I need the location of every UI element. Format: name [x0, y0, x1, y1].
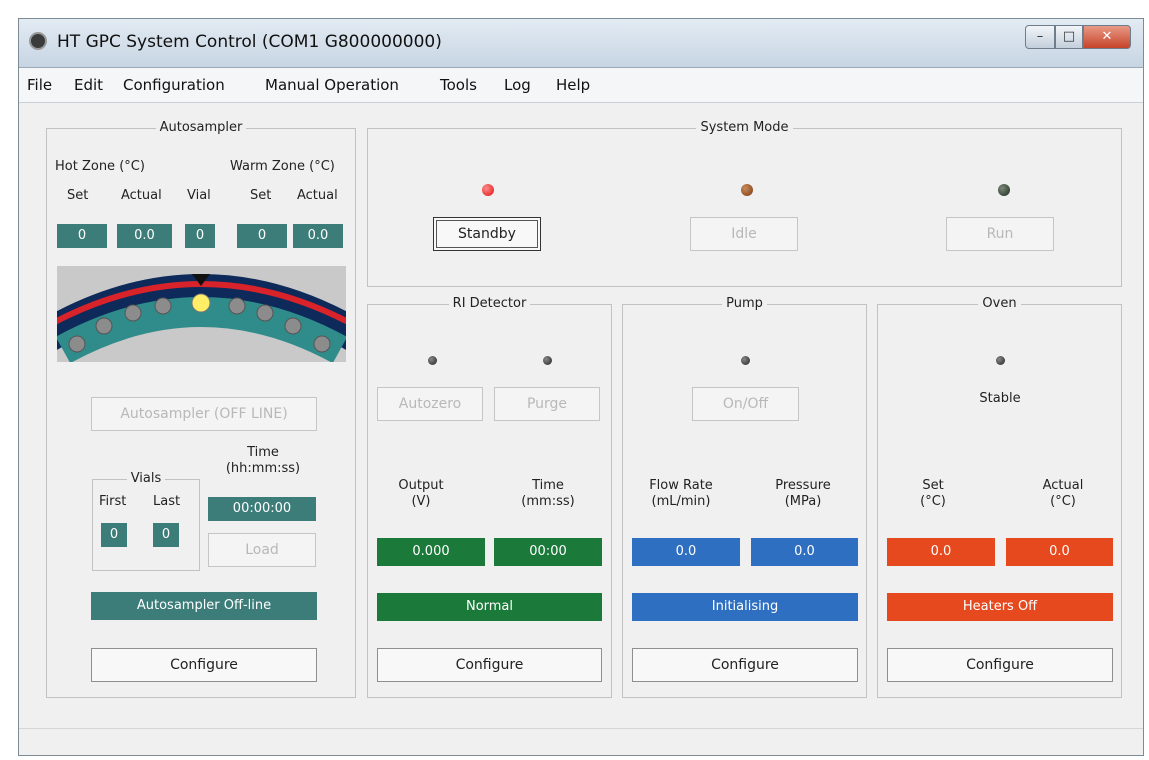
first-vial-value[interactable]: 0	[101, 523, 127, 547]
menu-manual-operation[interactable]: Manual Operation	[265, 76, 399, 94]
oven-actual-label: Actual (°C)	[1042, 478, 1084, 509]
close-button[interactable]: ✕	[1083, 25, 1131, 49]
output-value: 0.000	[377, 538, 485, 566]
menu-help[interactable]: Help	[556, 76, 590, 94]
menu-log[interactable]: Log	[504, 76, 531, 94]
pump-onoff-button[interactable]: On/Off	[692, 387, 799, 421]
app-window: HT GPC System Control (COM1 G800000000) …	[18, 18, 1144, 756]
vial-carousel-icon[interactable]	[57, 266, 346, 362]
window-title: HT GPC System Control (COM1 G800000000)	[57, 32, 442, 52]
vials-title: Vials	[126, 471, 166, 486]
last-label: Last	[153, 494, 181, 509]
oven-title: Oven	[978, 296, 1021, 311]
menu-tools[interactable]: Tools	[440, 76, 477, 94]
standby-indicator-icon	[482, 184, 494, 196]
vials-group: Vials First Last 0 0	[92, 471, 200, 571]
oven-group: Oven Stable Set (°C) Actual (°C) 0.0 0.0…	[877, 296, 1122, 698]
ri-detector-status: Normal	[377, 593, 602, 621]
pressure-label: Pressure (MPa)	[775, 478, 831, 509]
autozero-indicator-icon	[428, 356, 437, 365]
oven-set-value: 0.0	[887, 538, 995, 566]
vial-value: 0	[185, 224, 215, 248]
hot-zone-label: Hot Zone (°C)	[55, 159, 145, 174]
maximize-button[interactable]: □	[1055, 25, 1083, 49]
last-vial-value[interactable]: 0	[153, 523, 179, 547]
flow-rate-value: 0.0	[632, 538, 740, 566]
autosampler-configure-button[interactable]: Configure	[91, 648, 317, 682]
pressure-value: 0.0	[751, 538, 858, 566]
oven-stable-label: Stable	[979, 391, 1021, 406]
as-time-value: 00:00:00	[208, 497, 316, 521]
menu-bar: File Edit Configuration Manual Operation…	[19, 68, 1143, 103]
vial-label: Vial	[187, 188, 211, 203]
pump-group: Pump On/Off Flow Rate (mL/min) Pressure …	[622, 296, 867, 698]
run-button[interactable]: Run	[946, 217, 1054, 251]
output-label: Output (V)	[398, 478, 444, 509]
autosampler-title: Autosampler	[155, 120, 247, 135]
ri-detector-configure-button[interactable]: Configure	[377, 648, 602, 682]
oven-status: Heaters Off	[887, 593, 1113, 621]
warm-set-label: Set	[250, 188, 272, 203]
idle-button[interactable]: Idle	[690, 217, 798, 251]
flow-rate-label: Flow Rate (mL/min)	[649, 478, 713, 509]
hot-set-value: 0	[57, 224, 107, 248]
status-bar	[19, 728, 1143, 755]
warm-zone-label: Warm Zone (°C)	[230, 159, 335, 174]
ri-time-value: 00:00	[494, 538, 602, 566]
menu-edit[interactable]: Edit	[74, 76, 103, 94]
app-icon[interactable]	[29, 32, 47, 50]
standby-button[interactable]: Standby	[433, 217, 541, 251]
oven-configure-button[interactable]: Configure	[887, 648, 1113, 682]
warm-set-value: 0	[237, 224, 287, 248]
oven-indicator-icon	[996, 356, 1005, 365]
menu-file[interactable]: File	[27, 76, 52, 94]
menu-configuration[interactable]: Configuration	[123, 76, 225, 94]
run-indicator-icon	[998, 184, 1010, 196]
purge-indicator-icon	[543, 356, 552, 365]
load-button[interactable]: Load	[208, 533, 316, 567]
first-label: First	[99, 494, 127, 509]
caption-buttons: – □ ✕	[1025, 25, 1131, 49]
hot-actual-value: 0.0	[117, 224, 172, 248]
ri-time-label: Time (mm:ss)	[521, 478, 575, 509]
as-time-label: Time (hh:mm:ss)	[225, 445, 301, 476]
minimize-button[interactable]: –	[1025, 25, 1055, 49]
pump-status: Initialising	[632, 593, 858, 621]
system-mode-title: System Mode	[696, 120, 793, 135]
hot-set-label: Set	[67, 188, 89, 203]
warm-actual-value: 0.0	[293, 224, 343, 248]
autozero-button[interactable]: Autozero	[377, 387, 483, 421]
oven-actual-value: 0.0	[1006, 538, 1113, 566]
system-mode-group: System Mode Standby Idle Run	[367, 120, 1122, 287]
ri-detector-title: RI Detector	[448, 296, 531, 311]
title-bar[interactable]: HT GPC System Control (COM1 G800000000) …	[19, 19, 1143, 68]
idle-indicator-icon	[741, 184, 753, 196]
autosampler-status: Autosampler Off-line	[91, 592, 317, 620]
pump-configure-button[interactable]: Configure	[632, 648, 858, 682]
purge-button[interactable]: Purge	[494, 387, 600, 421]
hot-actual-label: Actual	[121, 188, 162, 203]
ri-detector-group: RI Detector Autozero Purge Output (V) Ti…	[367, 296, 612, 698]
pump-indicator-icon	[741, 356, 750, 365]
autosampler-group: Autosampler Hot Zone (°C) Warm Zone (°C)…	[46, 120, 356, 698]
autosampler-offline-button[interactable]: Autosampler (OFF LINE)	[91, 397, 317, 431]
pump-title: Pump	[722, 296, 767, 311]
warm-actual-label: Actual	[297, 188, 338, 203]
oven-set-label: Set (°C)	[920, 478, 946, 509]
